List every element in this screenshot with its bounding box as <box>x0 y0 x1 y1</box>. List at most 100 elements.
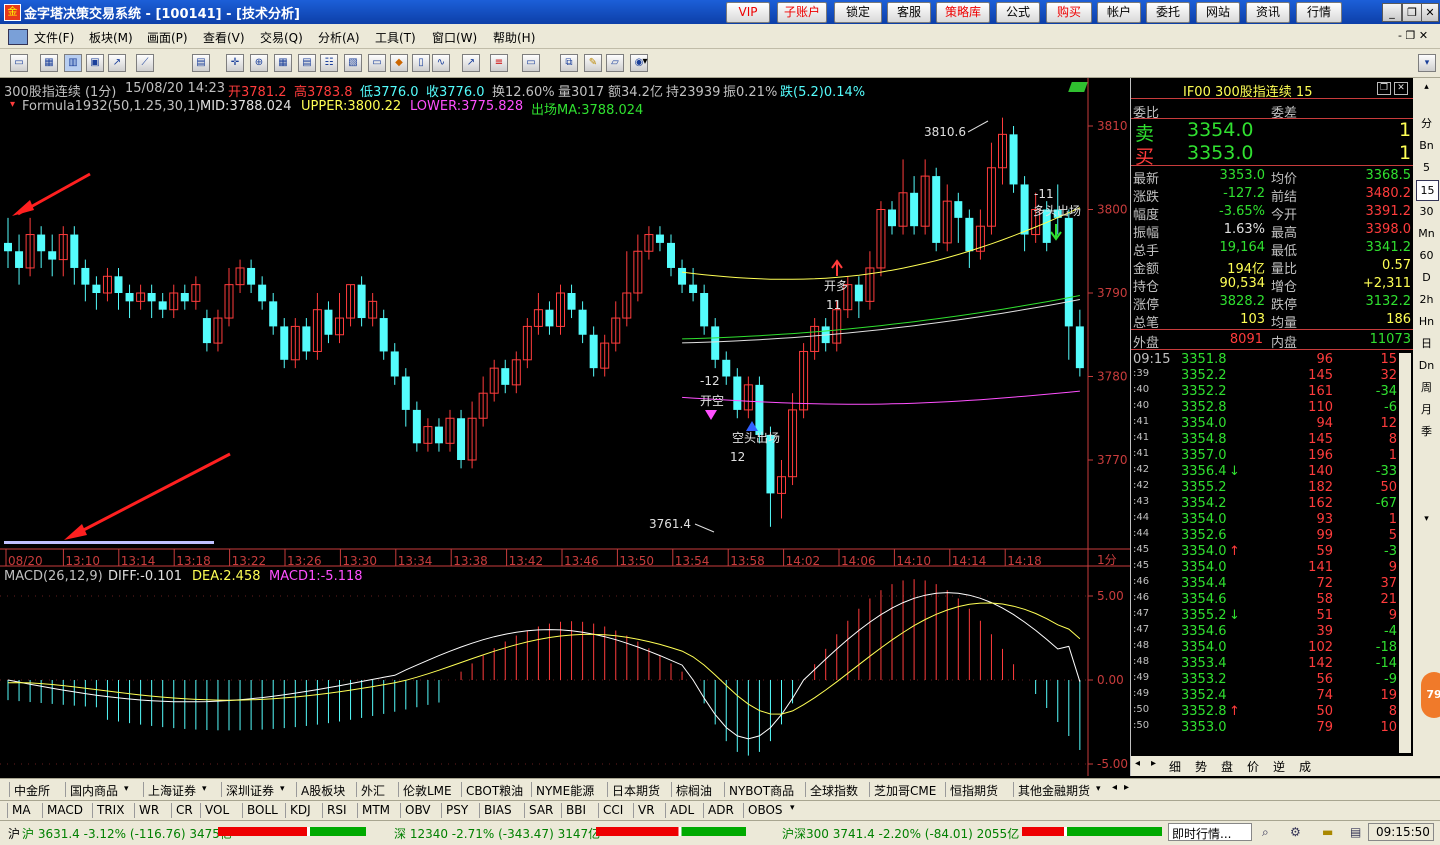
menu-help[interactable]: 帮助(H) <box>493 29 535 46</box>
period-tab[interactable]: 日 <box>1416 334 1437 353</box>
indicator-tab[interactable]: CR <box>176 803 193 817</box>
dropdown-arrow-icon[interactable]: ▾ <box>124 784 129 794</box>
menu-view[interactable]: 查看(V) <box>203 29 245 46</box>
dropdown-arrow-icon[interactable]: ▾ <box>1096 784 1101 794</box>
toolbar-options-icon[interactable]: ▾ <box>1418 54 1436 72</box>
market-tab[interactable]: 上海证券 <box>148 782 196 799</box>
pin-icon[interactable]: ⟋ <box>136 54 154 72</box>
period-tab[interactable]: 月 <box>1416 400 1437 419</box>
warning-icon[interactable]: ◆ <box>390 54 408 72</box>
tab-scroll-right-icon[interactable]: ▸ <box>1151 758 1156 769</box>
bars-icon[interactable]: ≡ <box>490 54 508 72</box>
assistant-badge[interactable]: 79 <box>1421 672 1440 718</box>
sell-price[interactable]: 3354.0 <box>1187 119 1253 141</box>
tab-scroll-left-icon[interactable]: ◂ <box>1112 782 1117 793</box>
market-tab[interactable]: 日本期货 <box>612 782 660 799</box>
indicator-tab[interactable]: MA <box>12 803 31 817</box>
tick-scrollbar[interactable] <box>1399 353 1411 753</box>
period-tab[interactable]: 2h <box>1416 290 1437 309</box>
quote-tab[interactable]: 盘 <box>1221 758 1233 775</box>
lock-button[interactable]: 锁定 <box>834 2 882 23</box>
quote-close-icon[interactable]: ✕ <box>1394 82 1408 95</box>
dropdown-arrow-icon[interactable]: ▾ <box>640 54 650 70</box>
market-tab[interactable]: 国内商品 <box>70 782 118 799</box>
note-icon[interactable]: ✎ <box>584 54 602 72</box>
menu-window[interactable]: 窗口(W) <box>432 29 477 46</box>
car-icon[interactable]: ▱ <box>606 54 624 72</box>
side-scroll-up-icon[interactable]: ▴ <box>1416 78 1437 97</box>
sub-account-button[interactable]: 子账户 <box>777 2 827 23</box>
market-button[interactable]: 行情 <box>1296 2 1342 23</box>
trend-icon[interactable]: ↗ <box>462 54 480 72</box>
period-tab[interactable]: D <box>1416 268 1437 287</box>
indicator-tab[interactable]: TRIX <box>97 803 124 817</box>
menu-file[interactable]: 文件(F) <box>34 29 74 46</box>
indicator-tab[interactable]: CCI <box>603 803 623 817</box>
side-scroll-down-icon[interactable]: ▾ <box>1416 510 1437 529</box>
quote-tab[interactable]: 价 <box>1247 758 1259 775</box>
buy-price[interactable]: 3353.0 <box>1187 142 1253 164</box>
crosshair-icon[interactable]: ✛ <box>226 54 244 72</box>
period-tab[interactable]: Hn <box>1416 312 1437 331</box>
vip-button[interactable]: VIP <box>726 2 770 23</box>
close-icon[interactable]: ✕ <box>1421 3 1439 22</box>
chart-mode-icon[interactable]: ▥ <box>64 54 82 72</box>
period-tab[interactable]: 60 <box>1416 246 1437 265</box>
menu-analysis[interactable]: 分析(A) <box>318 29 360 46</box>
indicator-tab[interactable]: VR <box>638 803 655 817</box>
indicator-tab[interactable]: OBV <box>405 803 431 817</box>
indicator-tab[interactable]: WR <box>139 803 159 817</box>
period-tab[interactable]: 5 <box>1416 158 1437 177</box>
indicator-tab[interactable]: SAR <box>529 803 553 817</box>
indicator-tab[interactable]: BIAS <box>484 803 512 817</box>
doc-icon[interactable] <box>8 29 28 45</box>
market-tab[interactable]: 深圳证券 <box>226 782 274 799</box>
market-tab[interactable]: 伦敦LME <box>403 782 452 799</box>
market-tab[interactable]: 恒指期货 <box>950 782 998 799</box>
market-tab[interactable]: 全球指数 <box>810 782 858 799</box>
indicator-tab[interactable]: MTM <box>362 803 390 817</box>
website-button[interactable]: 网站 <box>1196 2 1240 23</box>
minimize-icon[interactable]: _ <box>1382 3 1402 22</box>
period-tab[interactable]: 分 <box>1416 114 1437 133</box>
kline-chart[interactable]: 3810 3800 3790 3780 3770 5.00 0.00 -5.00 08/20 13… <box>0 78 1130 776</box>
order-button[interactable]: 委托 <box>1146 2 1190 23</box>
tab-scroll-left-icon[interactable]: ◂ <box>1135 758 1140 769</box>
table-icon[interactable]: ▤ <box>298 54 316 72</box>
market-tab[interactable]: 棕榈油 <box>676 782 712 799</box>
market-tab[interactable]: 芝加哥CME <box>874 782 936 799</box>
zoom-icon[interactable]: ⊕ <box>250 54 268 72</box>
lock-icon[interactable]: ▤ <box>1350 825 1361 839</box>
market-tab[interactable]: A股板块 <box>301 782 345 799</box>
indicator-tab[interactable]: KDJ <box>290 803 311 817</box>
window-icon[interactable]: ▣ <box>86 54 104 72</box>
period-tab[interactable]: 季 <box>1416 422 1437 441</box>
account-button[interactable]: 帐户 <box>1097 2 1141 23</box>
indicator-tab[interactable]: OBOS <box>748 803 783 817</box>
strategy-lib-button[interactable]: 策略库 <box>936 2 990 23</box>
period-tab[interactable]: 30 <box>1416 202 1437 221</box>
menu-tools[interactable]: 工具(T) <box>375 29 416 46</box>
mdi-controls[interactable]: - ❐ ✕ <box>1398 29 1428 42</box>
grid-icon[interactable]: ▦ <box>274 54 292 72</box>
search-icon[interactable]: ⌕ <box>1262 825 1269 840</box>
dropdown-arrow-icon[interactable]: ▾ <box>202 784 207 794</box>
quote-tab[interactable]: 细 <box>1169 758 1181 775</box>
indicator-icon[interactable]: ▤ <box>192 54 210 72</box>
market-tab[interactable]: CBOT粮油 <box>466 782 523 799</box>
menu-screen[interactable]: 画面(P) <box>147 29 188 46</box>
news-button[interactable]: 资讯 <box>1246 2 1290 23</box>
period-tab[interactable]: Bn <box>1416 136 1437 155</box>
settings-icon[interactable]: ⚙ <box>1290 825 1301 839</box>
period-tab[interactable]: Dn <box>1416 356 1437 375</box>
formula-button[interactable]: 公式 <box>996 2 1040 23</box>
indicator-tab[interactable]: BOLL <box>247 803 278 817</box>
quote-tab[interactable]: 势 <box>1195 758 1207 775</box>
folder-icon[interactable]: ▭ <box>368 54 386 72</box>
indicator-tab[interactable]: ADR <box>708 803 734 817</box>
bookmark-icon[interactable]: ▯ <box>412 54 430 72</box>
indicator-tab[interactable]: MACD <box>47 803 83 817</box>
quote-tab[interactable]: 逆 <box>1273 758 1285 775</box>
draw-icon[interactable]: ↗ <box>108 54 126 72</box>
menu-sector[interactable]: 板块(M) <box>89 29 133 46</box>
